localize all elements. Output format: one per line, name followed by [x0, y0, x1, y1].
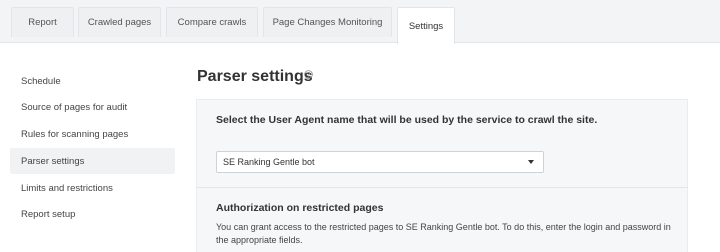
authorization-title: Authorization on restricted pages — [216, 202, 384, 214]
user-agent-label: Select the User Agent name that will be … — [216, 114, 598, 126]
user-agent-select-value: SE Ranking Gentle bot — [223, 157, 315, 167]
sidebar-item-schedule[interactable]: Schedule — [10, 68, 175, 94]
sidebar-item-rules-for-scanning[interactable]: Rules for scanning pages — [10, 121, 175, 147]
sidebar-item-report-setup[interactable]: Report setup — [10, 201, 175, 227]
chevron-down-icon — [528, 160, 534, 164]
tab-settings[interactable]: Settings — [397, 7, 455, 44]
section-divider — [196, 187, 688, 188]
tab-report[interactable]: Report — [11, 7, 74, 37]
page-title: Parser settings — [197, 68, 313, 85]
authorization-description: You can grant access to the restricted p… — [216, 222, 671, 245]
tab-page-changes-monitoring[interactable]: Page Changes Monitoring — [263, 7, 392, 37]
user-agent-select[interactable]: SE Ranking Gentle bot — [216, 151, 544, 173]
tab-compare-crawls[interactable]: Compare crawls — [166, 7, 258, 37]
sidebar-item-parser-settings[interactable]: Parser settings — [10, 148, 175, 174]
tab-crawled-pages[interactable]: Crawled pages — [78, 7, 161, 37]
tab-bar: Report Crawled pages Compare crawls Page… — [0, 0, 720, 44]
sidebar-item-limits-and-restrictions[interactable]: Limits and restrictions — [10, 175, 175, 201]
question-circle-icon[interactable] — [304, 70, 313, 79]
sidebar-item-source-of-pages[interactable]: Source of pages for audit — [10, 94, 175, 120]
